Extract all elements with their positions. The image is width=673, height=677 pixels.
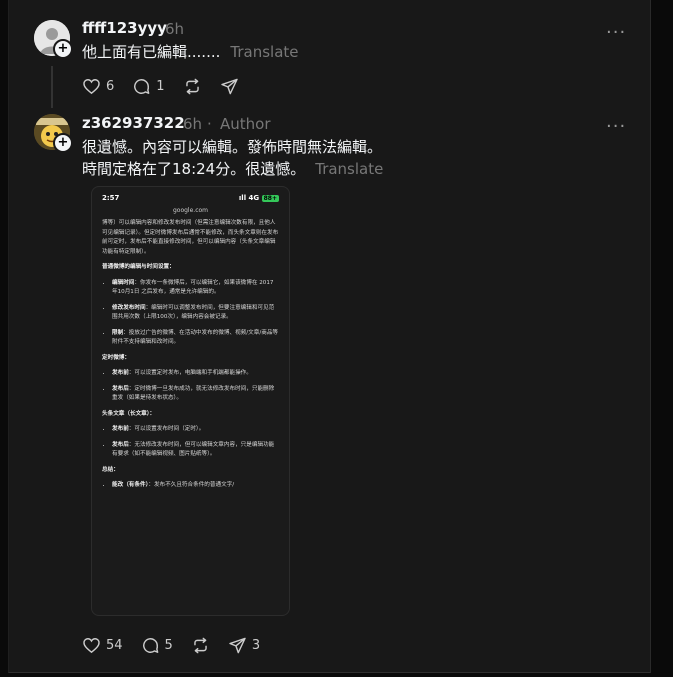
- repost-icon: [194, 637, 207, 654]
- list-item: 发布后：无法修改发布时间，但可以编辑文章内容，只是编辑功能有要求（如不能编辑视频…: [112, 441, 279, 460]
- comment-username[interactable]: ffff123yyy: [82, 19, 167, 37]
- share-button[interactable]: 3: [228, 636, 260, 655]
- thread-panel: + ffff123yyy 6h ··· 他上面有已編輯....... Transl…: [8, 0, 651, 673]
- reply-count: 1: [156, 79, 165, 94]
- phone-signal: ıll 4G 88+: [238, 194, 279, 202]
- share-count: 3: [251, 638, 261, 653]
- phone-content: 博等）可以编辑内容和修改发布时间（但需注意编辑次数有限，且他人可见编辑记录）。但…: [92, 217, 289, 491]
- like-button[interactable]: 54: [82, 636, 123, 655]
- section-heading: 普通微博的编辑与时间设置：: [102, 264, 175, 270]
- like-count: 6: [106, 79, 115, 94]
- more-options-icon[interactable]: ···: [606, 118, 626, 136]
- reply-count: 5: [164, 638, 173, 653]
- phone-time: 2:57: [102, 194, 120, 202]
- phone-status-bar: 2:57 ıll 4G 88+: [92, 187, 289, 209]
- reply-button[interactable]: 1: [132, 77, 165, 96]
- like-count: 54: [106, 638, 123, 653]
- send-icon: [220, 78, 238, 95]
- thread-line: [51, 66, 53, 108]
- list-item: 限制：投放过广告的微博、在活动中发布的微博、视频/文章/商品等附件不支持编辑和改…: [112, 329, 279, 348]
- battery-icon: 88+: [261, 195, 279, 202]
- more-options-icon[interactable]: ···: [606, 24, 626, 42]
- comment-text: 很遺憾。內容可以編輯。發佈時間無法編輯。 時間定格在了18:24分。很遺憾。 Tr…: [82, 138, 384, 178]
- list-item: 发布前：可以设置发布时间（定时）。: [112, 425, 279, 435]
- comment-time[interactable]: 6h: [165, 20, 184, 38]
- share-button[interactable]: [220, 77, 239, 96]
- reply-button[interactable]: 5: [141, 636, 173, 655]
- list-item: 修改发布时间：编辑时可以调整发布时间，但要注意编辑和可见范围共用次数（上限100…: [112, 304, 279, 323]
- section-heading: 定时微博：: [102, 354, 130, 361]
- phone-url: google.com: [172, 207, 209, 214]
- comment-time[interactable]: 6h: [183, 115, 202, 133]
- follow-plus-icon[interactable]: +: [53, 39, 73, 59]
- dot-separator: ·: [207, 115, 212, 133]
- heart-icon: [83, 79, 100, 95]
- translate-link[interactable]: Translate: [315, 160, 383, 178]
- repost-button[interactable]: [191, 636, 210, 655]
- list-item: 能改（有条件）：发布不久且符合条件的普通文字/: [112, 481, 279, 491]
- intro-paragraph: 博等）可以编辑内容和修改发布时间（但需注意编辑次数有限，且他人可见编辑记录）。但…: [102, 220, 279, 255]
- attached-image[interactable]: 2:57 ıll 4G 88+ google.com 博等）可以编辑内容和修改发…: [91, 186, 290, 616]
- author-badge: Author: [220, 115, 271, 133]
- comment-text: 他上面有已編輯....... Translate: [82, 43, 299, 61]
- list-item: 发布后：定时微博一旦发布成功，就无法修改发布时间，只能删除重发（如果是待发布状态…: [112, 385, 279, 404]
- repost-button[interactable]: [183, 77, 202, 96]
- comment-icon: [134, 79, 150, 94]
- heart-icon: [83, 638, 100, 654]
- action-bar: 6 1: [82, 77, 257, 96]
- list-item: 发布前：可以设置定时发布，电脑端和手机端都能操作。: [112, 369, 279, 379]
- like-button[interactable]: 6: [82, 77, 114, 96]
- section-heading: 头条文章（长文章）：: [102, 410, 156, 417]
- action-bar: 54 5 3: [82, 636, 278, 655]
- comment-icon: [142, 638, 158, 653]
- repost-icon: [185, 78, 199, 95]
- list-item: 编辑时间：你发布一条微博后，可以编辑它，如果该微博在 2017年10月1日 之后…: [112, 279, 279, 298]
- follow-plus-icon[interactable]: +: [53, 133, 73, 153]
- comment-username[interactable]: z362937322: [82, 114, 185, 132]
- section-heading: 总结：: [102, 466, 119, 473]
- translate-link[interactable]: Translate: [230, 43, 298, 61]
- send-icon: [229, 637, 246, 654]
